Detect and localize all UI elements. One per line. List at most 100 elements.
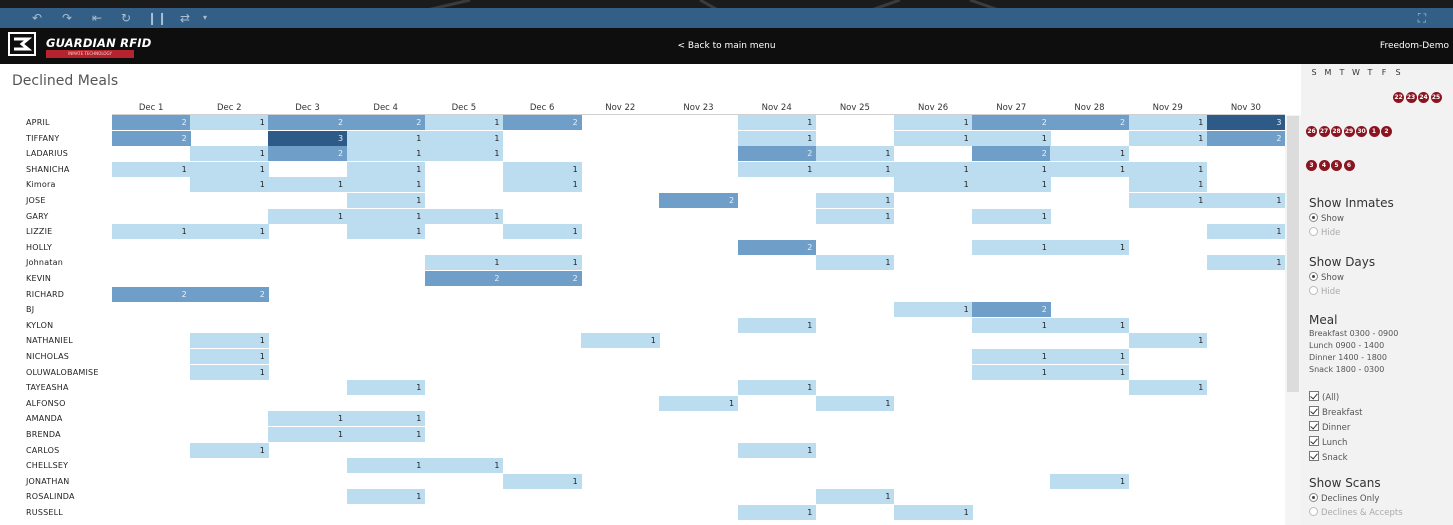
calendar-day[interactable]: 5 xyxy=(1331,160,1342,171)
heatmap-cell[interactable]: 1 xyxy=(1206,193,1286,208)
revert-icon[interactable]: ⇤ xyxy=(88,9,106,27)
heatmap-cell[interactable]: 1 xyxy=(268,411,348,427)
heatmap-cell[interactable]: 1 xyxy=(737,115,817,130)
heatmap-cell[interactable]: 1 xyxy=(503,177,582,193)
column-header[interactable]: Dec 6 xyxy=(503,101,581,115)
inmate-name[interactable]: JONATHAN xyxy=(26,474,69,489)
inmate-name[interactable]: AMANDA xyxy=(26,411,63,426)
heatmap-cell[interactable]: 2 xyxy=(972,115,1051,130)
calendar-day[interactable]: 1 xyxy=(1368,126,1380,137)
undo-icon[interactable]: ↶ xyxy=(28,9,46,27)
heatmap-cell[interactable]: 1 xyxy=(894,505,973,520)
heatmap-cell[interactable]: 1 xyxy=(1050,146,1130,162)
heatmap-cell[interactable]: 1 xyxy=(972,161,1051,177)
heatmap-cell[interactable]: 1 xyxy=(112,224,191,240)
inmate-name[interactable]: NICHOLAS xyxy=(26,349,69,364)
inmate-name[interactable]: NATHANIEL xyxy=(26,333,73,348)
heatmap-cell[interactable]: 1 xyxy=(346,458,426,474)
calendar-day[interactable]: 29 xyxy=(1343,126,1355,137)
heatmap-cell[interactable]: 1 xyxy=(659,395,739,411)
radio-circle-icon[interactable] xyxy=(1309,286,1318,295)
heatmap-cell[interactable]: 1 xyxy=(503,255,582,271)
inmate-name[interactable]: Johnatan xyxy=(26,255,63,270)
checkbox-icon[interactable] xyxy=(1309,406,1319,416)
checkbox-icon[interactable] xyxy=(1309,451,1319,461)
heatmap-cell[interactable]: 1 xyxy=(346,193,426,208)
user-name[interactable]: Freedom-Demo xyxy=(1380,28,1449,64)
heatmap-cell[interactable]: 1 xyxy=(190,161,269,177)
column-header[interactable]: Dec 1 xyxy=(112,101,190,115)
show-days-radio-hide[interactable]: Hide xyxy=(1309,286,1340,299)
heatmap-cell[interactable]: 1 xyxy=(1128,161,1208,177)
inmate-name[interactable]: APRIL xyxy=(26,115,50,130)
heatmap-cell[interactable]: 1 xyxy=(1206,255,1286,271)
heatmap-cell[interactable]: 1 xyxy=(190,115,269,130)
heatmap-cell[interactable]: 1 xyxy=(1050,317,1130,333)
inmate-name[interactable]: JOSE xyxy=(26,193,46,208)
radio-circle-icon[interactable] xyxy=(1309,227,1318,236)
heatmap-cell[interactable]: 1 xyxy=(815,489,895,505)
heatmap-cell[interactable]: 2 xyxy=(112,115,191,130)
inmate-name[interactable]: CARLOS xyxy=(26,443,59,458)
heatmap-cell[interactable]: 1 xyxy=(815,161,895,177)
heatmap-cell[interactable]: 1 xyxy=(346,380,426,396)
calendar-day[interactable]: 22 xyxy=(1393,92,1404,103)
inmate-name[interactable]: ALFONSO xyxy=(26,396,66,411)
heatmap-cell[interactable]: 2 xyxy=(503,115,582,130)
calendar-day[interactable]: 30 xyxy=(1356,126,1367,137)
column-header[interactable]: Nov 30 xyxy=(1207,101,1285,115)
heatmap-cell[interactable]: 2 xyxy=(737,146,817,162)
heatmap-cell[interactable]: 1 xyxy=(815,208,895,224)
heatmap-cell[interactable]: 1 xyxy=(581,333,660,349)
inmate-name[interactable]: Kimora xyxy=(26,177,56,192)
checkbox-icon[interactable] xyxy=(1309,421,1319,431)
calendar-day[interactable]: 26 xyxy=(1306,126,1317,137)
calendar-day[interactable]: 28 xyxy=(1331,126,1342,137)
heatmap-cell[interactable]: 1 xyxy=(737,317,817,333)
column-header[interactable]: Dec 3 xyxy=(268,101,346,115)
inmate-name[interactable]: RUSSELL xyxy=(26,505,63,520)
show-inmates-radio-hide[interactable]: Hide xyxy=(1309,227,1340,240)
heatmap-cell[interactable]: 1 xyxy=(346,427,426,442)
heatmap-cell[interactable]: 2 xyxy=(1050,115,1130,130)
inmate-name[interactable]: ROSALINDA xyxy=(26,489,75,504)
radio-circle-icon[interactable] xyxy=(1309,493,1318,502)
calendar-day[interactable]: 4 xyxy=(1318,160,1330,171)
heatmap-cell[interactable]: 1 xyxy=(268,208,348,224)
heatmap-cell[interactable]: 1 xyxy=(1128,333,1208,349)
calendar-day[interactable]: 3 xyxy=(1306,160,1317,171)
heatmap-cell[interactable]: 2 xyxy=(190,286,269,302)
radio-circle-icon[interactable] xyxy=(1309,213,1318,222)
show-scans-radio-declines-accepts[interactable]: Declines & Accepts xyxy=(1309,507,1403,520)
redo-icon[interactable]: ↷ xyxy=(58,9,76,27)
back-to-main-menu-link[interactable]: < Back to main menu xyxy=(0,28,1453,64)
radio-circle-icon[interactable] xyxy=(1309,507,1318,516)
heatmap-cell[interactable]: 1 xyxy=(190,442,269,458)
heatmap-cell[interactable]: 3 xyxy=(1206,115,1286,130)
meal-filter-lunch[interactable]: Lunch xyxy=(1309,436,1347,449)
heatmap-cell[interactable]: 1 xyxy=(346,224,426,240)
heatmap-cell[interactable]: 2 xyxy=(424,271,504,286)
heatmap-cell[interactable]: 1 xyxy=(972,177,1051,193)
column-header[interactable]: Dec 2 xyxy=(190,101,268,115)
heatmap-cell[interactable]: 1 xyxy=(190,349,269,364)
share-menu-chevron-icon[interactable]: ▾ xyxy=(196,9,214,27)
inmate-name[interactable]: TAYEASHA xyxy=(26,380,69,395)
heatmap-cell[interactable]: 1 xyxy=(1206,224,1286,240)
heatmap-cell[interactable]: 1 xyxy=(190,333,269,349)
heatmap-cell[interactable]: 1 xyxy=(424,255,504,271)
heatmap-cell[interactable]: 2 xyxy=(659,193,739,208)
heatmap-cell[interactable]: 1 xyxy=(503,161,582,177)
heatmap-cell[interactable]: 1 xyxy=(894,130,973,146)
heatmap-cell[interactable]: 1 xyxy=(894,177,973,193)
pause-icon[interactable]: ❙❙ xyxy=(147,9,167,27)
heatmap-cell[interactable]: 1 xyxy=(190,364,269,380)
heatmap-cell[interactable]: 1 xyxy=(1050,239,1130,255)
inmate-name[interactable]: GARY xyxy=(26,209,48,224)
heatmap-cell[interactable]: 1 xyxy=(894,161,973,177)
inmate-name[interactable]: BRENDA xyxy=(26,427,61,442)
inmate-name[interactable]: SHANICHA xyxy=(26,162,70,177)
column-header[interactable]: Nov 22 xyxy=(581,101,659,115)
heatmap-cell[interactable]: 1 xyxy=(1128,130,1208,146)
heatmap-cell[interactable]: 1 xyxy=(737,442,817,458)
